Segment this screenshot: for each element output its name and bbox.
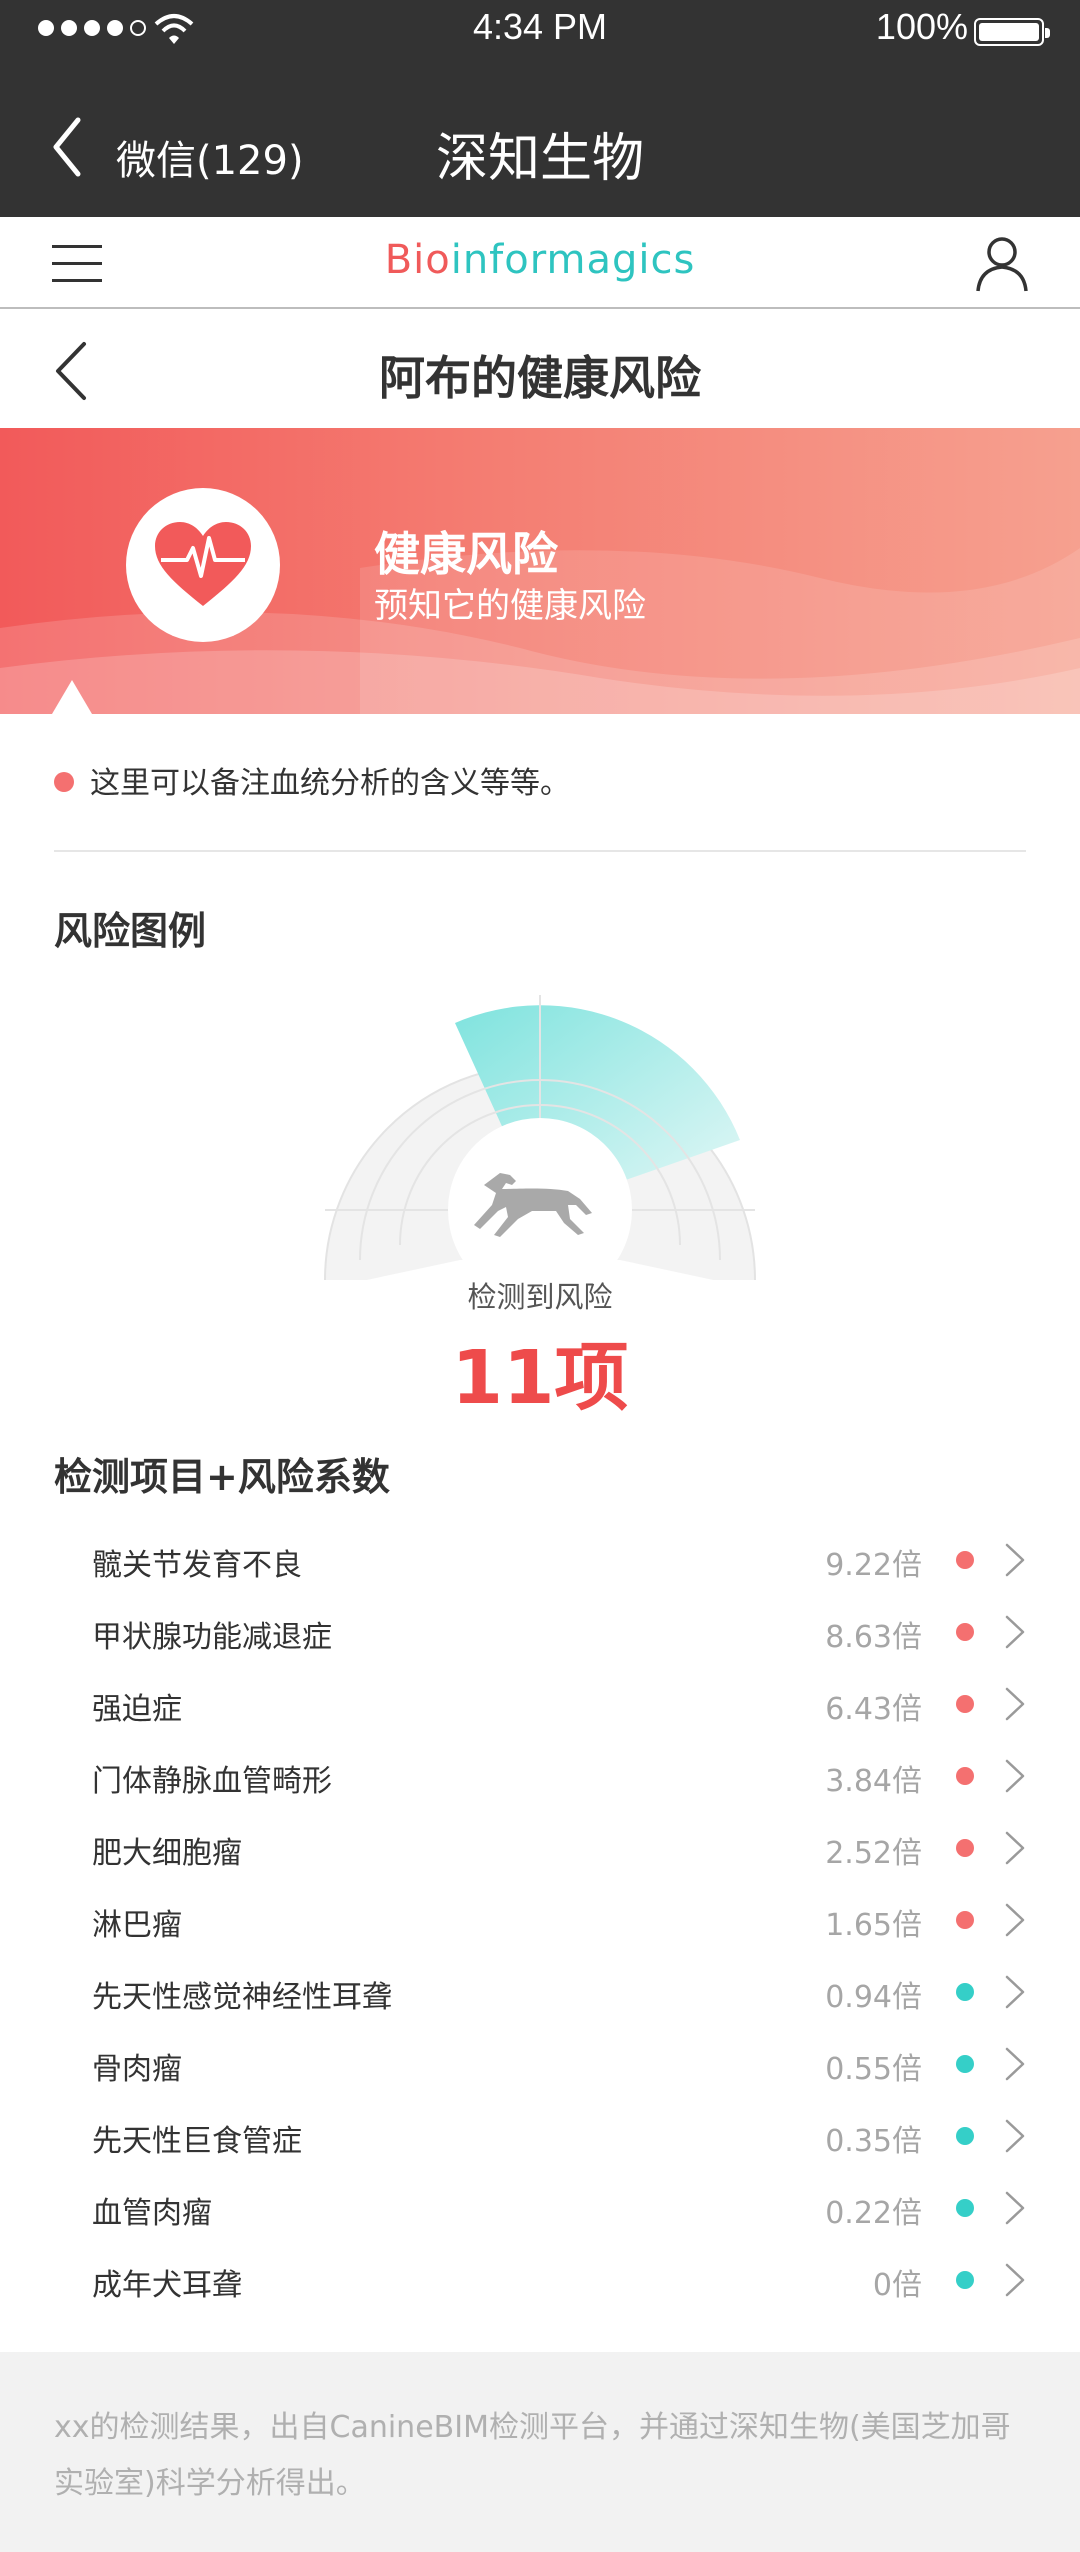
brand-part1: Bio [384,237,451,283]
risk-level-dot [956,2271,974,2289]
risk-item-name: 成年犬耳聋 [92,2268,242,2303]
chevron-right-icon[interactable] [1004,2046,1026,2082]
risk-level-dot [956,2199,974,2217]
wechat-title: 深知生物 [435,129,644,189]
footer-text: xx的检测结果，出自CanineBIM检测平台，并通过深知生物(美国芝加哥实验室… [54,2410,1011,2501]
risk-item-value: 0.94倍 [825,1980,922,2015]
user-icon[interactable] [974,235,1030,293]
status-bar: 4:34 PM 100% [0,0,1080,60]
note-text: 这里可以备注血统分析的含义等等。 [90,766,570,801]
chevron-right-icon[interactable] [1004,1974,1026,2010]
chevron-right-icon[interactable] [1004,1686,1026,1722]
risk-item-value: 0.55倍 [825,2052,922,2087]
risk-item-name: 肥大细胞瘤 [92,1836,242,1871]
risk-item-value: 2.52倍 [825,1836,922,1871]
risk-item-name: 淋巴瘤 [92,1908,182,1943]
chevron-right-icon[interactable] [1004,1902,1026,1938]
chevron-right-icon[interactable] [1004,2262,1026,2298]
risk-item-value: 9.22倍 [825,1548,922,1583]
chevron-right-icon[interactable] [1004,2190,1026,2226]
chevron-right-icon[interactable] [1004,2118,1026,2154]
risk-list: 髋关节发育不良 9.22倍甲状腺功能减退症 8.63倍强迫症 6.43倍门体静脉血管畸… [0,1524,1080,2316]
risk-list-item[interactable]: 强迫症 6.43倍 [0,1668,1080,1740]
risk-item-value: 3.84倍 [825,1764,922,1799]
brand-logo: Bioinformagics [0,237,1080,283]
list-section-title: 检测项目+风险系数 [54,1455,390,1499]
risk-level-dot [956,1911,974,1929]
app-header: Bioinformagics [0,217,1080,309]
chevron-right-icon[interactable] [1004,1758,1026,1794]
note-bullet [54,772,74,792]
page-title: 阿布的健康风险 [379,351,701,405]
risk-item-value: 0.22倍 [825,2196,922,2231]
risk-list-item[interactable]: 淋巴瘤 1.65倍 [0,1884,1080,1956]
health-risk-banner: 健康风险 预知它的健康风险 [0,428,1080,714]
risk-item-value: 1.65倍 [825,1908,922,1943]
risk-level-dot [956,1623,974,1641]
risk-item-name: 甲状腺功能减退症 [92,1620,332,1655]
banner-pointer [52,680,92,714]
risk-level-dot [956,1551,974,1569]
risk-item-value: 6.43倍 [825,1692,922,1727]
risk-item-name: 骨肉瘤 [92,2052,182,2087]
gauge-label: 检测到风险 [467,1280,613,1314]
risk-level-dot [956,2127,974,2145]
footer: xx的检测结果，出自CanineBIM检测平台，并通过深知生物(美国芝加哥实验室… [0,2352,1080,2552]
wechat-top-bar: 4:34 PM 100% 微信(129) 深知生物 [0,0,1080,217]
risk-list-item[interactable]: 先天性巨食管症 0.35倍 [0,2100,1080,2172]
risk-item-value: 0倍 [872,2268,922,2303]
risk-level-dot [956,1695,974,1713]
risk-list-item[interactable]: 门体静脉血管畸形 3.84倍 [0,1740,1080,1812]
risk-gauge [320,995,760,1310]
brand-part2: informagics [450,237,696,283]
risk-level-dot [956,1839,974,1857]
risk-list-item[interactable]: 甲状腺功能减退症 8.63倍 [0,1596,1080,1668]
risk-item-name: 先天性巨食管症 [92,2124,302,2159]
battery-percent: 100% [875,6,968,47]
risk-count: 11项 [451,1335,629,1421]
risk-item-name: 髋关节发育不良 [92,1548,302,1583]
chevron-right-icon[interactable] [1004,1542,1026,1578]
page-title-bar: 阿布的健康风险 [0,310,1080,428]
chevron-right-icon[interactable] [1004,1614,1026,1650]
risk-item-name: 强迫症 [92,1692,182,1727]
banner-title: 健康风险 [374,527,558,581]
heart-pulse-icon [126,488,280,642]
battery-icon [974,18,1050,46]
banner-subtitle: 预知它的健康风险 [374,586,646,626]
risk-item-name: 门体静脉血管畸形 [92,1764,332,1799]
risk-list-item[interactable]: 血管肉瘤 0.22倍 [0,2172,1080,2244]
risk-item-name: 先天性感觉神经性耳聋 [92,1980,392,2015]
risk-item-name: 血管肉瘤 [92,2196,212,2231]
risk-list-item[interactable]: 先天性感觉神经性耳聋 0.94倍 [0,1956,1080,2028]
risk-list-item[interactable]: 肥大细胞瘤 2.52倍 [0,1812,1080,1884]
chevron-right-icon[interactable] [1004,1830,1026,1866]
divider [54,850,1026,852]
risk-list-item[interactable]: 成年犬耳聋 0倍 [0,2244,1080,2316]
risk-list-item[interactable]: 骨肉瘤 0.55倍 [0,2028,1080,2100]
risk-level-dot [956,2055,974,2073]
risk-list-item[interactable]: 髋关节发育不良 9.22倍 [0,1524,1080,1596]
risk-level-dot [956,1767,974,1785]
risk-level-dot [956,1983,974,2001]
legend-section-title: 风险图例 [54,909,207,953]
risk-item-value: 0.35倍 [825,2124,922,2159]
risk-item-value: 8.63倍 [825,1620,922,1655]
